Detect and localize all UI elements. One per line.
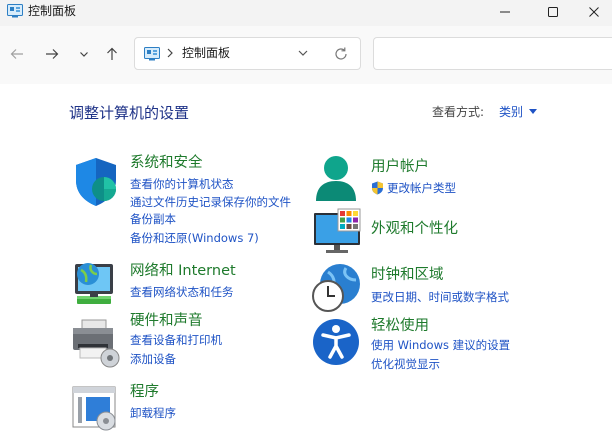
recent-locations-button[interactable]: [73, 43, 95, 65]
navigation-bar: 控制面板: [0, 26, 612, 84]
link-backup-restore[interactable]: 备份和还原(Windows 7): [130, 231, 259, 246]
link-backup-copy[interactable]: 备份副本: [130, 212, 176, 227]
category-programs[interactable]: 程序: [130, 383, 159, 401]
clock-globe-icon[interactable]: [312, 262, 364, 314]
search-input[interactable]: [373, 37, 612, 70]
category-system-security[interactable]: 系统和安全: [130, 154, 203, 172]
link-file-history[interactable]: 通过文件历史记录保存你的文件: [130, 195, 291, 210]
programs-icon[interactable]: [70, 381, 122, 433]
chevron-down-icon: [79, 49, 89, 59]
title-bar: 控制面板: [0, 0, 612, 26]
control-panel-icon: [7, 4, 23, 18]
user-account-icon[interactable]: [312, 153, 364, 205]
maximize-icon: [547, 6, 559, 18]
close-icon: [588, 6, 600, 18]
minimize-icon: [499, 6, 511, 18]
category-clock-region[interactable]: 时钟和区域: [371, 266, 444, 284]
link-change-account-type[interactable]: 更改帐户类型: [387, 181, 456, 196]
network-globe-icon[interactable]: [69, 258, 121, 310]
appearance-monitor-icon[interactable]: [312, 208, 364, 260]
address-dropdown-icon[interactable]: [296, 46, 310, 60]
arrow-up-icon: [105, 47, 119, 61]
link-optimize-visual-display[interactable]: 优化视觉显示: [371, 357, 440, 372]
category-network-internet[interactable]: 网络和 Internet: [130, 262, 236, 280]
caret-down-icon[interactable]: [529, 109, 537, 115]
up-button[interactable]: [101, 43, 123, 65]
window-title: 控制面板: [28, 3, 76, 19]
control-panel-icon: [144, 47, 160, 61]
category-appearance[interactable]: 外观和个性化: [371, 220, 458, 238]
back-button[interactable]: [6, 43, 28, 65]
link-add-device[interactable]: 添加设备: [130, 352, 176, 367]
forward-button[interactable]: [41, 43, 63, 65]
category-user-accounts[interactable]: 用户帐户: [371, 158, 429, 176]
security-shield-icon[interactable]: [72, 156, 124, 208]
link-uninstall-program[interactable]: 卸载程序: [130, 406, 176, 421]
view-by-label: 查看方式:: [432, 104, 484, 120]
category-ease-of-access[interactable]: 轻松使用: [371, 317, 429, 335]
address-bar[interactable]: 控制面板: [134, 37, 361, 70]
link-windows-suggested-settings[interactable]: 使用 Windows 建议的设置: [371, 338, 510, 353]
arrow-right-icon: [45, 47, 59, 61]
accessibility-icon[interactable]: [312, 317, 364, 369]
category-hardware-sound[interactable]: 硬件和声音: [130, 312, 203, 330]
view-by-dropdown[interactable]: 类别: [499, 104, 523, 120]
printer-icon[interactable]: [70, 318, 122, 370]
close-button[interactable]: [576, 0, 612, 24]
refresh-icon[interactable]: [333, 46, 349, 62]
maximize-button[interactable]: [530, 0, 576, 24]
uac-shield-icon: [371, 181, 384, 195]
link-date-time-format[interactable]: 更改日期、时间或数字格式: [371, 290, 509, 305]
page-title: 调整计算机的设置: [69, 103, 189, 123]
breadcrumb-control-panel[interactable]: 控制面板: [182, 45, 230, 61]
link-view-computer-status[interactable]: 查看你的计算机状态: [130, 177, 234, 192]
arrow-left-icon: [10, 47, 24, 61]
breadcrumb-chevron-icon[interactable]: [165, 46, 175, 60]
link-devices-printers[interactable]: 查看设备和打印机: [130, 333, 222, 348]
link-network-status[interactable]: 查看网络状态和任务: [130, 285, 234, 300]
minimize-button[interactable]: [482, 0, 528, 24]
